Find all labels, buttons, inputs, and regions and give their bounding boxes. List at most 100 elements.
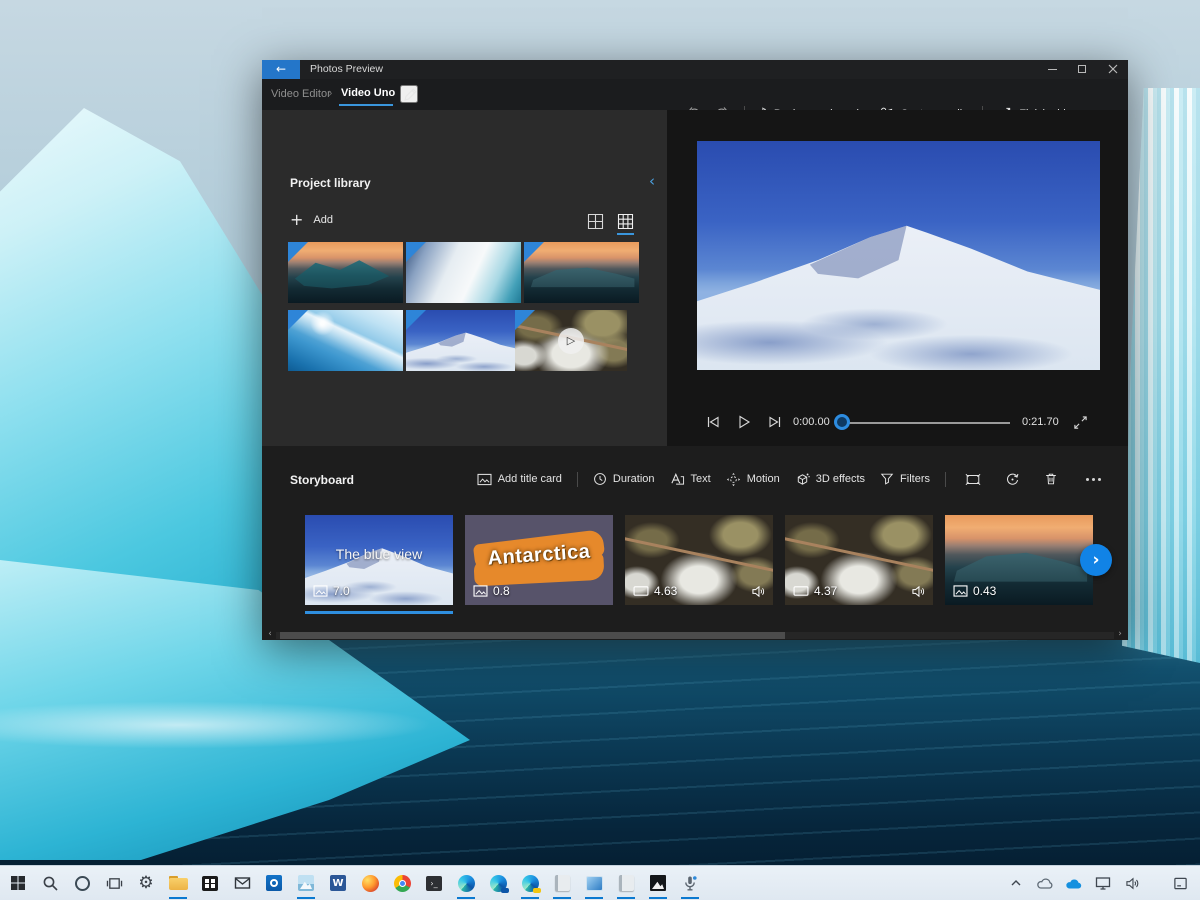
action-center-button[interactable] (1170, 871, 1190, 895)
filters-label: Filters (900, 473, 930, 485)
pencil-icon (404, 88, 417, 101)
clip-volume-button[interactable] (911, 585, 926, 598)
storyboard-clip-3[interactable]: 4.63 (625, 515, 773, 605)
add-title-card-button[interactable]: Add title card (477, 473, 562, 486)
next-frame-button[interactable] (763, 410, 787, 434)
3d-effects-icon (797, 473, 810, 485)
library-thumbnail-stream-video[interactable]: ▷ (515, 310, 627, 371)
word-button[interactable]: W (326, 870, 350, 896)
scroll-clips-next-button[interactable]: › (1080, 544, 1112, 576)
previous-frame-button[interactable] (701, 410, 725, 434)
seek-bar[interactable] (838, 422, 1010, 424)
close-button[interactable] (1098, 60, 1128, 79)
voice-recorder-button[interactable] (678, 870, 702, 899)
edge-button[interactable] (454, 870, 478, 899)
scrollbar-track[interactable] (276, 632, 1114, 639)
storyboard-clip-1[interactable]: The blue view 7.0 (305, 515, 453, 614)
storyboard-clip-5[interactable]: 0.43 (945, 515, 1093, 605)
clip-volume-button[interactable] (751, 585, 766, 598)
notification-icon (1173, 877, 1187, 889)
rotate-button[interactable] (1000, 468, 1024, 490)
selected-corner-badge (288, 242, 308, 262)
add-media-button[interactable]: + Add (290, 210, 333, 229)
library-thumbnail-iceberg-wall[interactable] (406, 242, 521, 303)
microsoft-store-button[interactable] (198, 870, 222, 896)
onedrive-button[interactable] (1064, 871, 1084, 895)
storyboard-clip-4[interactable]: 4.37 (785, 515, 933, 605)
duration-button[interactable]: Duration (593, 472, 655, 486)
taskbar-search-button[interactable] (38, 870, 62, 896)
speaker-icon (752, 585, 765, 598)
search-icon (43, 876, 58, 891)
delete-button[interactable] (1039, 468, 1063, 490)
volume-button[interactable] (1122, 871, 1142, 895)
chrome-button[interactable] (390, 870, 414, 896)
resize-card-button[interactable] (961, 468, 985, 490)
toolbar-separator (945, 471, 946, 487)
play-button[interactable] (732, 410, 756, 434)
wallpaper-foam (0, 690, 560, 760)
library-thumbnail-blue-slope[interactable] (288, 310, 403, 371)
journal-app-button[interactable] (614, 870, 638, 899)
edge-canary-icon (521, 874, 541, 893)
show-hidden-icons-button[interactable] (1006, 871, 1026, 895)
clip-duration: 7.0 (333, 584, 350, 598)
storyboard-clip-2[interactable]: Antarctica 0.8 (465, 515, 613, 605)
mail-button[interactable] (230, 870, 254, 896)
motion-label: Motion (746, 473, 780, 485)
scroll-right-button[interactable]: › (1114, 628, 1126, 640)
task-view-icon (106, 877, 122, 889)
clip-duration: 4.63 (654, 584, 678, 598)
breadcrumb-video-editor[interactable]: Video Editor (271, 88, 331, 100)
3d-effects-button[interactable]: 3D effects (795, 472, 865, 487)
photo-viewer-button[interactable] (294, 870, 318, 899)
mail-icon (234, 877, 250, 889)
firefox-button[interactable] (358, 870, 382, 896)
motion-button[interactable]: Motion (726, 472, 780, 487)
onedrive-personal-button[interactable] (1035, 871, 1055, 895)
network-display-icon (1095, 877, 1111, 890)
outlook-button[interactable] (262, 870, 286, 896)
terminal-button[interactable]: ›_ (422, 870, 446, 896)
cortana-button[interactable] (70, 870, 94, 896)
start-button[interactable] (6, 870, 30, 896)
library-thumbnail-iceberg-horizon[interactable] (524, 242, 639, 303)
library-thumbnail-mountain[interactable] (406, 310, 521, 371)
close-icon (1108, 64, 1118, 74)
ellipsis-icon (1091, 477, 1095, 481)
edge-canary-button[interactable] (518, 870, 542, 899)
image-icon (313, 585, 328, 597)
collapse-panel-button[interactable]: ‹ (649, 172, 655, 190)
title-card-icon (477, 473, 492, 485)
small-grid-view-button[interactable] (617, 210, 635, 235)
large-grid-view-button[interactable] (587, 210, 605, 232)
file-explorer-button[interactable] (166, 870, 190, 899)
edge-beta-button[interactable] (486, 870, 510, 896)
task-view-button[interactable] (102, 870, 126, 896)
network-button[interactable] (1093, 871, 1113, 895)
media-app-button[interactable] (582, 870, 606, 899)
next-frame-icon (769, 416, 781, 428)
video-preview[interactable] (697, 141, 1100, 370)
minimize-button[interactable] (1038, 60, 1068, 79)
settings-button[interactable]: ⚙ (134, 870, 158, 896)
maximize-button[interactable] (1068, 60, 1098, 79)
scroll-left-button[interactable]: ‹ (264, 628, 276, 640)
photos-app-button[interactable] (646, 870, 670, 899)
filters-button[interactable]: Filters (880, 472, 930, 486)
text-button[interactable]: Text (670, 472, 711, 486)
notebook-app-button[interactable] (550, 870, 574, 899)
storyboard-more-button[interactable] (1078, 468, 1108, 490)
breadcrumb-project-name[interactable]: Video Uno (341, 87, 395, 99)
breadcrumb-underline (339, 104, 393, 106)
play-icon (739, 415, 751, 429)
titlebar[interactable]: ← Photos Preview (262, 60, 1128, 79)
cloud-outline-icon (1036, 877, 1052, 889)
seek-thumb[interactable] (834, 414, 850, 430)
fullscreen-button[interactable] (1068, 410, 1092, 434)
back-button[interactable]: ← (262, 60, 300, 79)
rename-project-button[interactable] (400, 85, 418, 103)
image-icon (953, 585, 968, 597)
library-thumbnail-iceberg-sunset[interactable] (288, 242, 403, 303)
scrollbar-thumb[interactable] (280, 632, 785, 639)
